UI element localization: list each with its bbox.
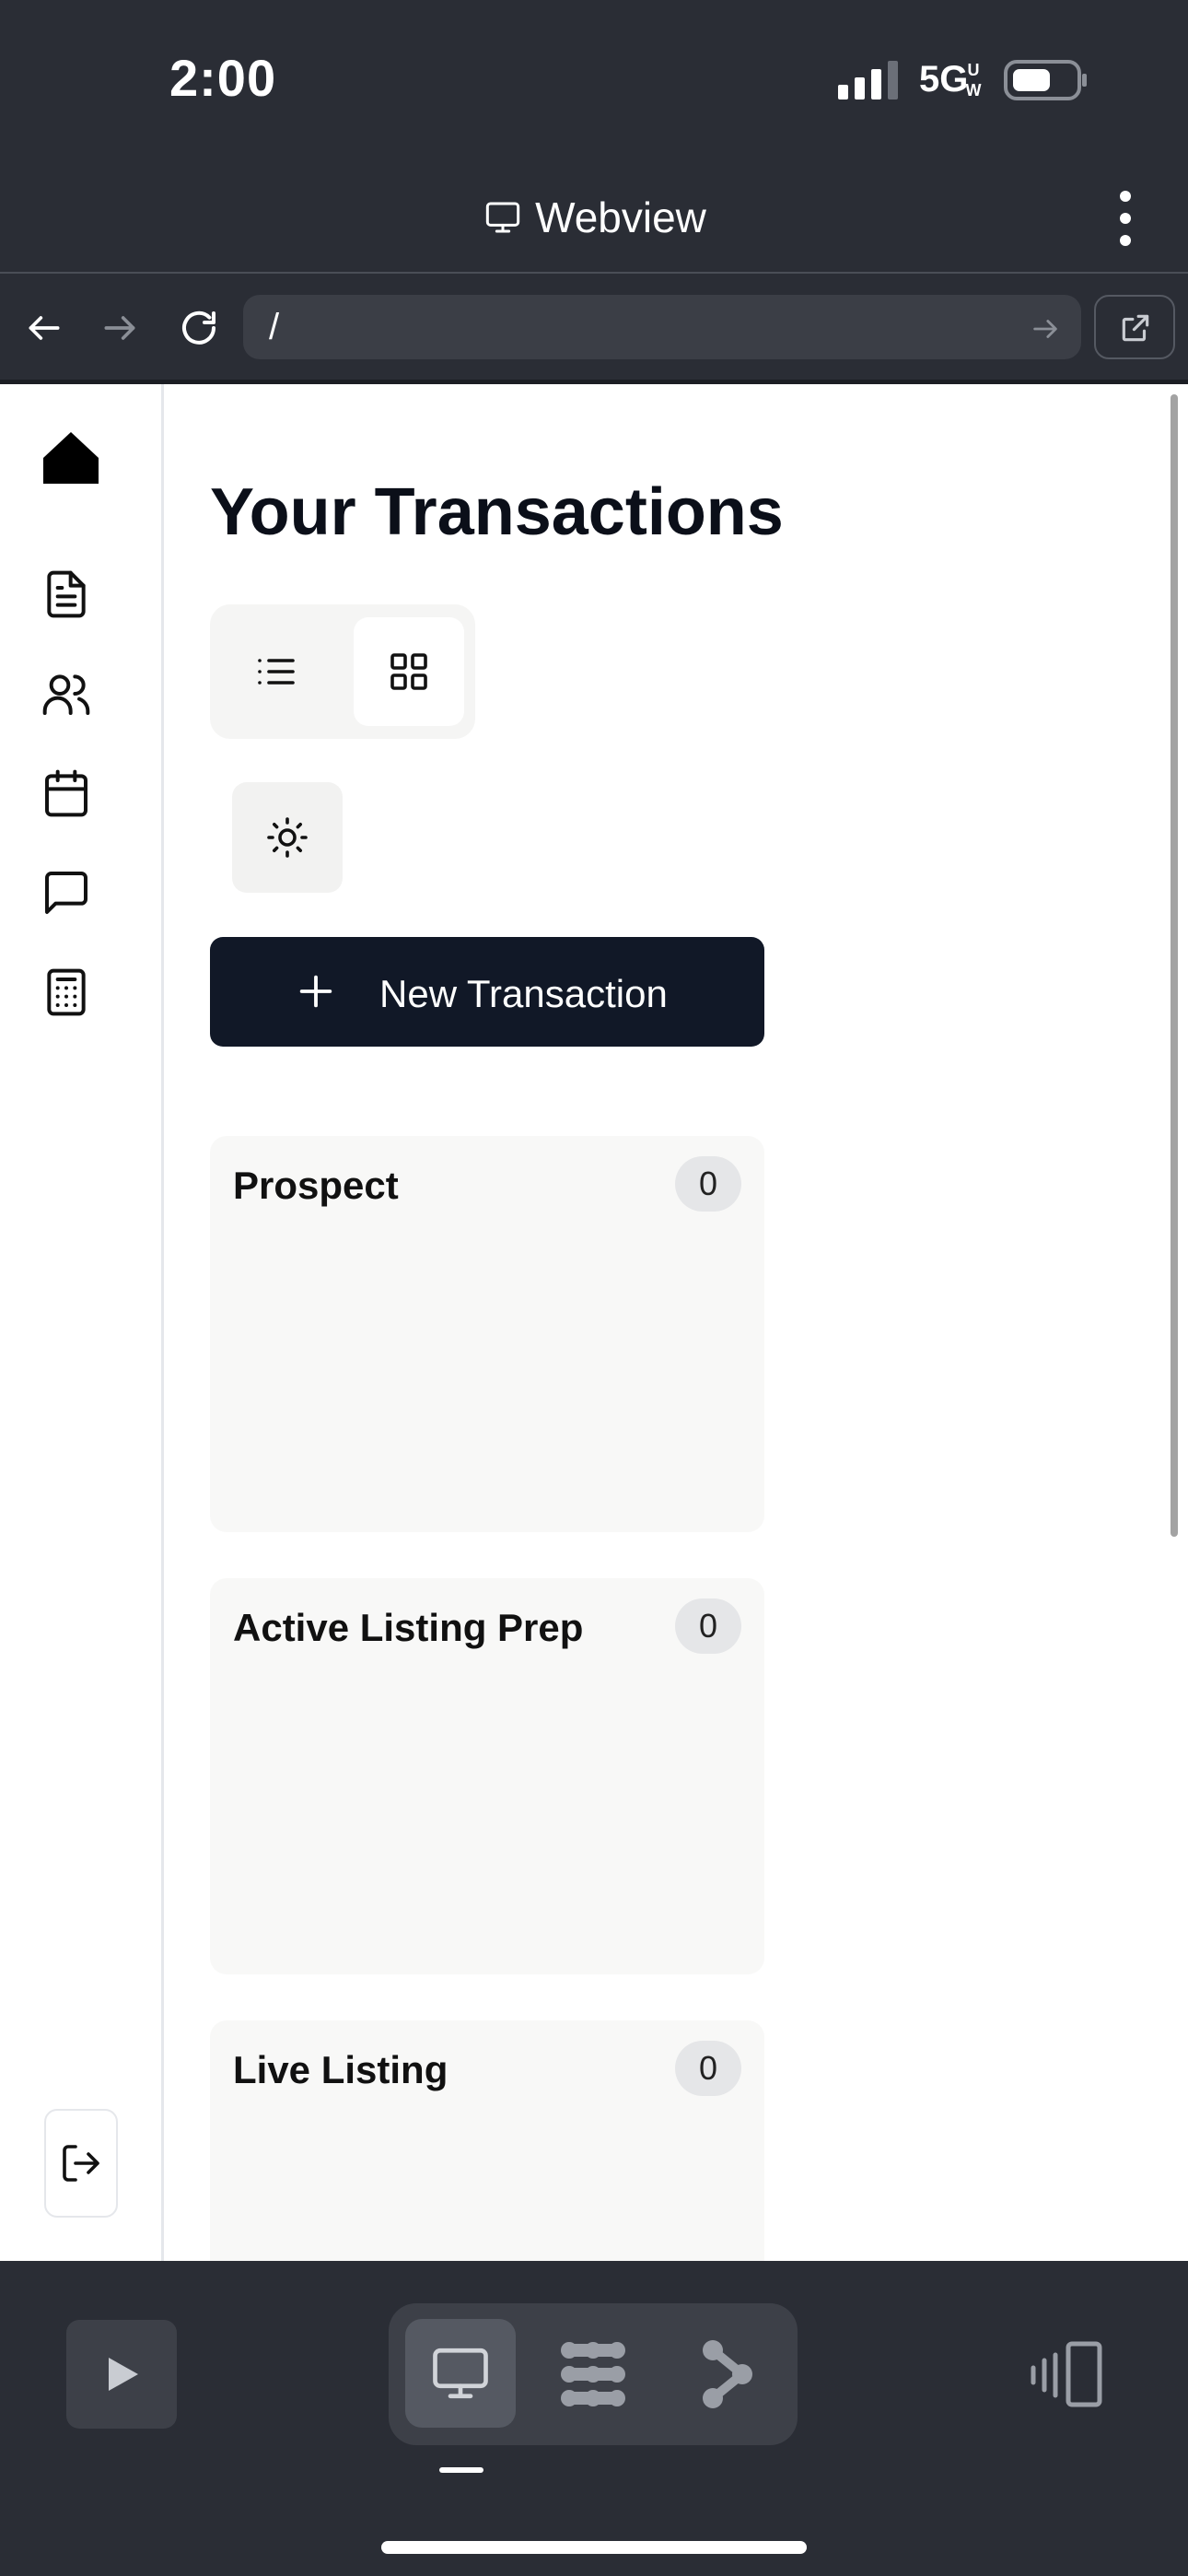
- webview-title: Webview: [0, 189, 1188, 242]
- stage-title: Prospect: [233, 1164, 399, 1207]
- message-icon[interactable]: [41, 867, 92, 919]
- stage-column: Prospect 0: [210, 1136, 764, 1532]
- stage-column: Active Listing Prep 0: [210, 1578, 764, 1974]
- mode-flow-button[interactable]: [670, 2319, 781, 2428]
- users-icon[interactable]: [41, 668, 92, 720]
- new-transaction-label: New Transaction: [379, 972, 668, 1015]
- mode-desktop-button[interactable]: [405, 2319, 516, 2428]
- url-text: /: [269, 307, 280, 347]
- webview-title-label: Webview: [535, 193, 706, 241]
- new-transaction-button[interactable]: New Transaction: [210, 937, 764, 1047]
- stage-count-badge: 0: [675, 1598, 741, 1654]
- signal-icon: [838, 61, 899, 100]
- url-input[interactable]: /: [243, 295, 1081, 359]
- toolbar-divider: [0, 380, 1188, 384]
- arrow-right-icon[interactable]: [99, 308, 140, 348]
- stage-count-badge: 0: [675, 2041, 741, 2096]
- calculator-icon[interactable]: [41, 966, 92, 1018]
- more-vertical-icon[interactable]: [1112, 189, 1138, 248]
- home-indicator: [381, 2541, 807, 2554]
- mode-grid-button[interactable]: [538, 2319, 648, 2428]
- go-icon[interactable]: [1030, 313, 1061, 345]
- grid-icon: [387, 650, 431, 694]
- svg-text:W: W: [966, 81, 982, 100]
- external-link-icon: [1118, 310, 1153, 345]
- list-icon: [254, 650, 298, 694]
- home-icon[interactable]: [41, 427, 101, 487]
- play-button[interactable]: [66, 2320, 177, 2429]
- network-uw-icon: UW: [962, 59, 984, 100]
- stage-title: Live Listing: [233, 2048, 448, 2091]
- grid-view-button[interactable]: [354, 617, 464, 726]
- monitor-icon: [430, 2343, 491, 2404]
- page-title: Your Transactions: [210, 475, 784, 549]
- active-mode-indicator: [439, 2467, 483, 2473]
- theme-toggle-button[interactable]: [232, 782, 343, 893]
- rotate-device-icon: [1028, 2338, 1105, 2412]
- flow-icon: [700, 2339, 755, 2409]
- logout-button[interactable]: [44, 2109, 118, 2218]
- scrollbar[interactable]: [1171, 394, 1178, 1537]
- reload-icon[interactable]: [177, 306, 221, 350]
- sun-icon: [265, 815, 309, 860]
- rotate-device-button[interactable]: [1028, 2338, 1105, 2412]
- svg-text:U: U: [968, 61, 980, 79]
- stage-title: Active Listing Prep: [233, 1606, 584, 1649]
- dots-grid-icon: [558, 2339, 628, 2409]
- calendar-icon[interactable]: [41, 767, 92, 819]
- sidebar: [0, 384, 164, 2261]
- arrow-left-icon[interactable]: [24, 308, 64, 348]
- logout-icon: [59, 2141, 103, 2185]
- play-icon: [103, 2355, 142, 2394]
- monitor-icon: [482, 199, 524, 236]
- stage-count-badge: 0: [675, 1156, 741, 1212]
- battery-icon: [1004, 59, 1089, 101]
- open-external-button[interactable]: [1094, 295, 1175, 359]
- network-label: 5G: [919, 59, 969, 100]
- list-view-button[interactable]: [221, 617, 332, 726]
- status-time: 2:00: [169, 49, 277, 107]
- document-icon[interactable]: [41, 568, 92, 620]
- plus-icon: [295, 970, 337, 1013]
